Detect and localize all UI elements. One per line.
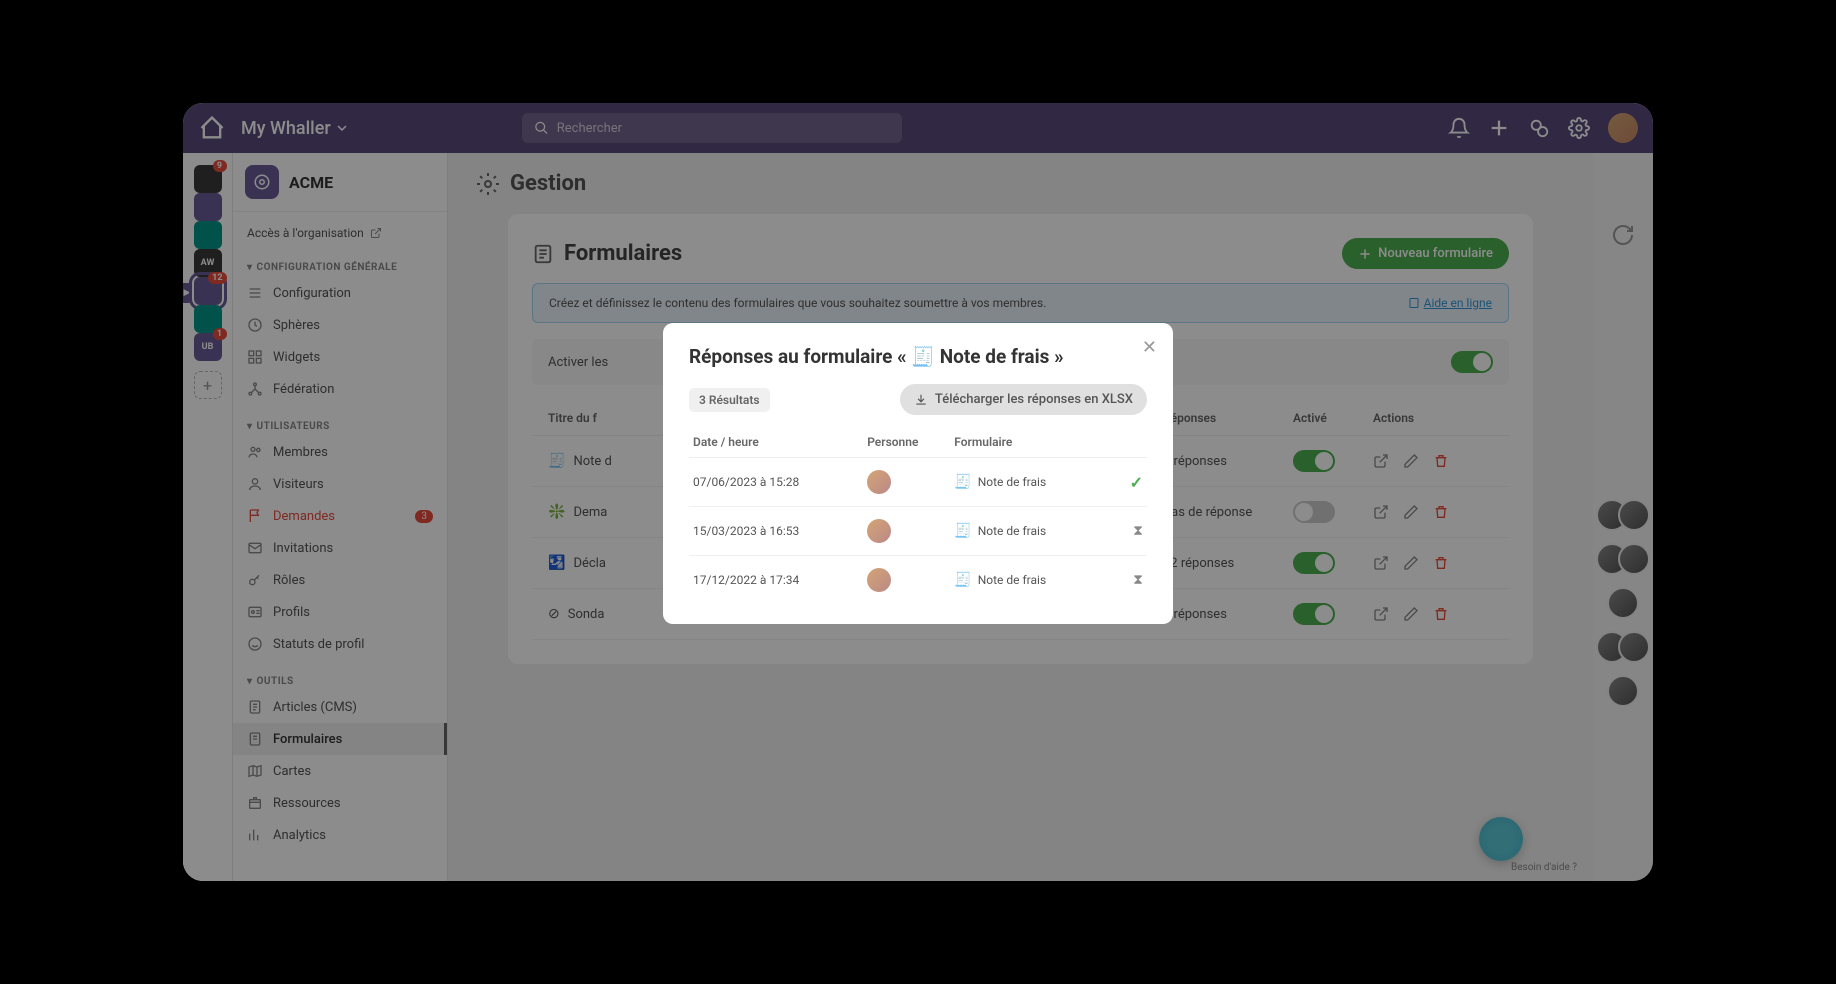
responses-modal: ✕ Réponses au formulaire « 🧾 Note de fra… — [663, 323, 1173, 624]
modal-close-button[interactable]: ✕ — [1142, 337, 1157, 358]
person-avatar — [867, 568, 891, 592]
person-avatar — [867, 519, 891, 543]
download-xlsx-button[interactable]: Télécharger les réponses en XLSX — [900, 384, 1147, 415]
result-count: 3 Résultats — [689, 388, 770, 412]
col-date: Date / heure — [693, 435, 867, 449]
row-date: 07/06/2023 à 15:28 — [693, 475, 867, 489]
row-form: 🧾Note de frais — [954, 523, 1099, 539]
status-done-icon: ✓ — [1130, 473, 1143, 492]
modal-row[interactable]: 17/12/2022 à 17:34 🧾Note de frais ⧗ — [689, 556, 1147, 604]
modal-table-header: Date / heure Personne Formulaire — [689, 427, 1147, 458]
row-date: 15/03/2023 à 16:53 — [693, 524, 867, 538]
col-person: Personne — [867, 435, 954, 449]
person-avatar — [867, 470, 891, 494]
row-date: 17/12/2022 à 17:34 — [693, 573, 867, 587]
row-form: 🧾Note de frais — [954, 572, 1099, 588]
modal-row[interactable]: 15/03/2023 à 16:53 🧾Note de frais ⧗ — [689, 507, 1147, 556]
status-pending-icon: ⧗ — [1133, 572, 1143, 588]
modal-overlay[interactable]: ✕ Réponses au formulaire « 🧾 Note de fra… — [183, 103, 1653, 881]
modal-row[interactable]: 07/06/2023 à 15:28 🧾Note de frais ✓ — [689, 458, 1147, 507]
col-form: Formulaire — [954, 435, 1099, 449]
row-form: 🧾Note de frais — [954, 474, 1099, 490]
download-icon — [914, 393, 928, 407]
status-pending-icon: ⧗ — [1133, 523, 1143, 539]
modal-title: Réponses au formulaire « 🧾 Note de frais… — [689, 345, 1147, 368]
